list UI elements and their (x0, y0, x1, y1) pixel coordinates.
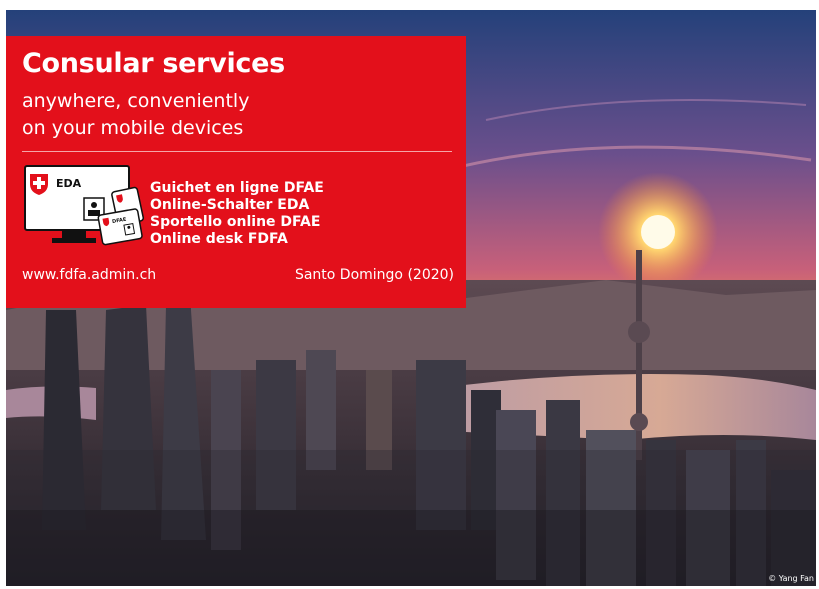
location-label: Santo Domingo (2020) (294, 267, 454, 283)
photo-credit: © Yang Fan (768, 574, 814, 583)
panel-subtitle-line-1: anywhere, conveniently (22, 90, 250, 112)
website-url: www.fdfa.admin.ch (22, 267, 157, 283)
online-desk-name-it: Sportello online DFAE (150, 214, 321, 230)
divider (22, 151, 452, 152)
panel-subtitle-line-2: on your mobile devices (22, 117, 244, 139)
dfae-card-icon (97, 208, 143, 246)
online-desk-name-en: Online desk FDFA (150, 231, 288, 247)
panel-title: Consular services (22, 48, 285, 79)
poster: Consular services anywhere, conveniently… (6, 10, 816, 586)
eda-logo-text: EDA (56, 177, 82, 190)
online-desk-illustration: EDA DFAE (24, 165, 145, 246)
online-desk-name-de: Online-Schalter EDA (150, 197, 310, 213)
consular-services-panel: Consular services anywhere, conveniently… (6, 36, 466, 308)
online-desk-name-fr: Guichet en ligne DFAE (150, 180, 324, 196)
